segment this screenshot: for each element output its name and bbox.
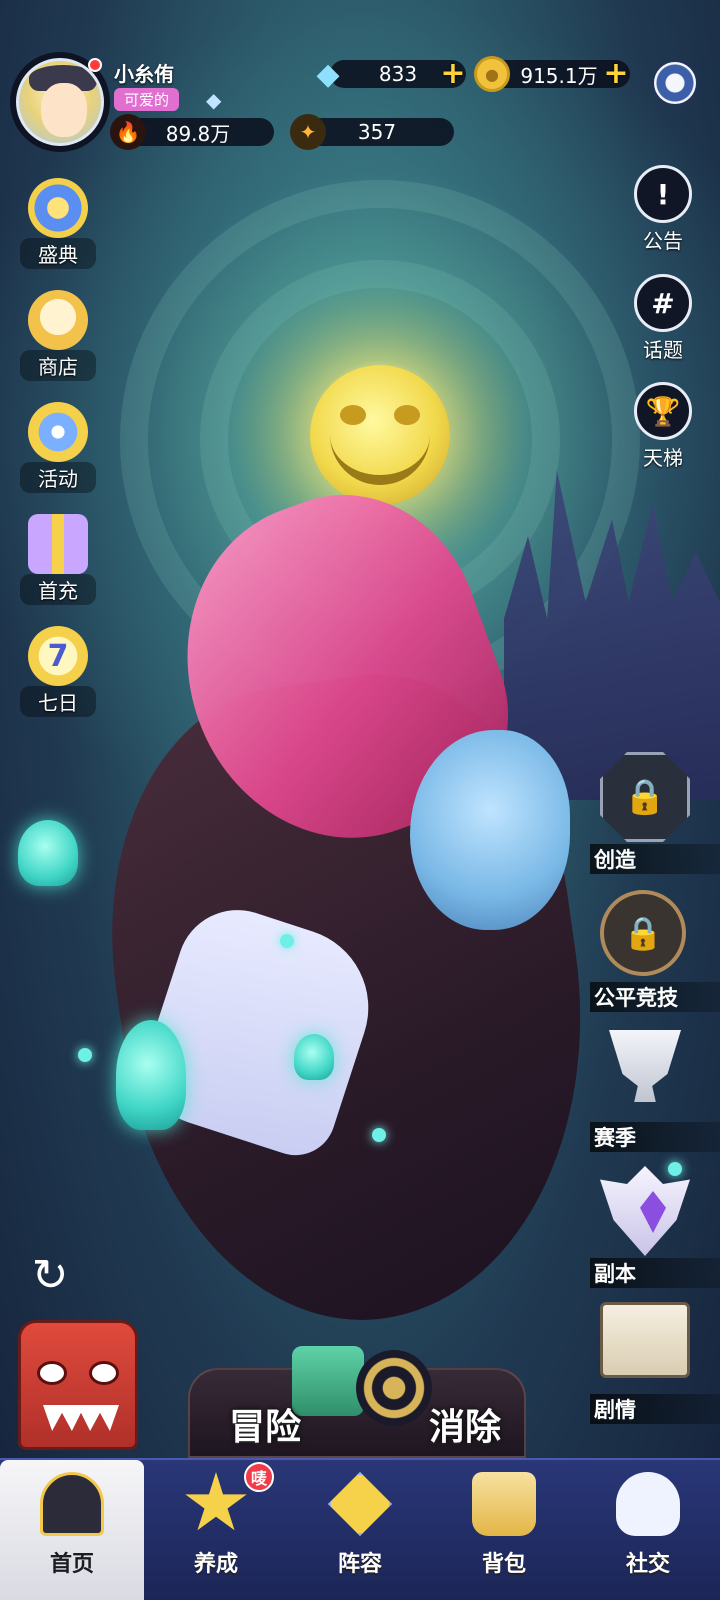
ghost-spirit <box>294 1034 334 1080</box>
right-menu-label: 公告 <box>643 229 683 253</box>
blue-hair-character <box>410 730 570 930</box>
compass-star-icon: ✦ <box>290 114 326 150</box>
tab-label: 阵容 <box>337 1552 382 1577</box>
eliminate-button[interactable]: 消除 <box>390 1400 540 1456</box>
mode-story[interactable]: 剧情 <box>590 1302 720 1432</box>
spirit-orb <box>78 1048 92 1062</box>
add-diamond-button[interactable]: + <box>440 59 466 89</box>
seven-day-icon: 7 <box>28 626 88 686</box>
gift-box-icon <box>28 514 88 574</box>
left-menu-label: 七日 <box>20 686 96 717</box>
left-menu-festival[interactable]: 盛典 <box>20 178 96 278</box>
seven-day-number: 7 <box>47 638 69 674</box>
bag-icon <box>472 1472 536 1536</box>
tab-label: 首页 <box>49 1552 94 1577</box>
right-menu-topics[interactable]: # 话题 <box>628 274 698 374</box>
storybook-icon <box>600 1302 690 1392</box>
notification-dot <box>88 58 102 72</box>
ghost-spirit <box>18 820 78 886</box>
lock-icon: 🔒 <box>600 752 690 842</box>
left-menu-seven-days[interactable]: 7 七日 <box>20 626 96 726</box>
tab-label: 社交 <box>625 1552 670 1577</box>
star-points-value: 357 <box>357 120 397 144</box>
tab-home[interactable]: 首页 <box>0 1460 144 1600</box>
tab-cultivate[interactable]: 唛 养成 <box>144 1460 288 1600</box>
right-menu-ladder[interactable]: 🏆 天梯 <box>628 382 698 482</box>
player-title-badge[interactable]: 可爱的 <box>114 88 180 111</box>
tab-formation[interactable]: 阵容 <box>288 1460 432 1600</box>
ghost-spirit <box>116 1020 186 1130</box>
red-monster-mascot[interactable] <box>18 1320 138 1450</box>
hashtag-icon: # <box>634 274 692 332</box>
coin-icon: ● <box>474 56 510 92</box>
mode-label: 副本 <box>590 1258 720 1288</box>
star-icon <box>185 1472 247 1531</box>
right-menu-label: 天梯 <box>643 446 683 470</box>
announcement-icon: ! <box>634 165 692 223</box>
mode-label: 赛季 <box>590 1122 720 1152</box>
left-menu-events[interactable]: 活动 <box>20 402 96 502</box>
trophy-icon: 🏆 <box>634 382 692 440</box>
top-bar: 小糸侑 可爱的 ◆ 89.8万 🔥 357 ✦ 833 ◆ + 915.1万 ●… <box>0 0 720 160</box>
spirit-orb <box>280 934 294 948</box>
tab-social[interactable]: 社交 <box>576 1460 720 1600</box>
mode-label: 创造 <box>590 844 720 874</box>
spirit-orb <box>372 1128 386 1142</box>
left-menu-label: 首充 <box>20 574 96 605</box>
settings-gear-icon[interactable] <box>652 60 698 106</box>
player-name[interactable]: 小糸侑 <box>114 58 174 87</box>
left-menu-label: 商店 <box>20 350 96 381</box>
formation-icon <box>328 1472 392 1536</box>
mode-fair-arena[interactable]: 🔒 公平竞技 <box>590 890 720 1020</box>
left-menu-first-recharge[interactable]: 首充 <box>20 514 96 614</box>
add-coin-button[interactable]: + <box>603 59 629 89</box>
bottom-tab-bar: 首页 唛 养成 阵容 背包 社交 <box>0 1458 720 1600</box>
left-menu-label: 盛典 <box>20 238 96 269</box>
adventure-button[interactable]: 冒险 <box>190 1400 340 1456</box>
diamond-value: 833 <box>378 62 418 86</box>
left-menu-shop[interactable]: 商店 <box>20 290 96 390</box>
left-menu-label: 活动 <box>20 462 96 493</box>
home-icon <box>40 1472 104 1536</box>
mode-label: 剧情 <box>590 1394 720 1424</box>
rank-diamond-icon: ◆ <box>206 88 222 112</box>
tab-badge: 唛 <box>244 1462 274 1492</box>
lock-icon: 🔒 <box>600 890 690 980</box>
festival-star-icon <box>28 178 88 238</box>
mode-label: 公平竞技 <box>590 982 720 1012</box>
jack-o-moon <box>310 365 450 505</box>
mode-create[interactable]: 🔒 创造 <box>590 752 720 882</box>
right-menu-announcement[interactable]: ! 公告 <box>628 165 698 265</box>
social-icon <box>616 1472 680 1536</box>
tab-label: 背包 <box>481 1552 526 1577</box>
fire-icon: 🔥 <box>110 114 146 150</box>
mode-season[interactable]: 赛季 <box>590 1030 720 1160</box>
tab-bag[interactable]: 背包 <box>432 1460 576 1600</box>
tab-label: 养成 <box>193 1552 238 1577</box>
diamond-icon: ◆ <box>316 56 340 92</box>
trophy-cup-icon <box>600 1030 690 1120</box>
mode-dungeon[interactable]: 副本 <box>590 1166 720 1296</box>
right-menu-label: 话题 <box>643 338 683 362</box>
coin-value: 915.1万 <box>520 63 598 88</box>
hero-characters[interactable] <box>77 458 623 1360</box>
lucky-cat-icon <box>28 290 88 350</box>
refresh-icon[interactable]: ↻ <box>26 1252 74 1300</box>
crest-icon <box>600 1166 690 1256</box>
power-value: 89.8万 <box>165 121 231 146</box>
flower-clock-icon <box>28 402 88 462</box>
